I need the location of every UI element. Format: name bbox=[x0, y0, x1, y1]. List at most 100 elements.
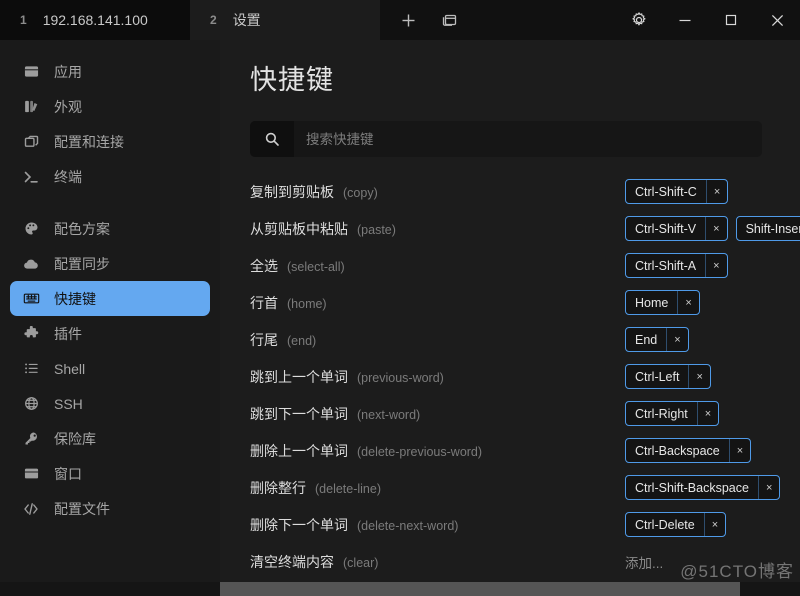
sidebar-item-label: 配置同步 bbox=[54, 255, 110, 272]
title-tab-bar: 1 192.168.141.100 2 设置 bbox=[0, 0, 800, 40]
key-chip[interactable]: Ctrl-Shift-Backspace × bbox=[625, 475, 781, 500]
minimize-icon[interactable] bbox=[662, 0, 708, 40]
horizontal-scrollbar[interactable] bbox=[0, 582, 800, 596]
sidebar-item-profiles-connections[interactable]: 配置和连接 bbox=[10, 124, 210, 159]
app-window: 1 192.168.141.100 2 设置 应用 外观 配置和连接 终端 配色… bbox=[0, 0, 800, 596]
shortcut-label: 跳到下一个单词 (next-word) bbox=[250, 404, 420, 424]
shortcut-row: 删除上一个单词 (delete-previous-word) Ctrl-Back… bbox=[250, 432, 800, 469]
shortcut-label: 从剪贴板中粘贴 (paste) bbox=[250, 219, 396, 239]
key-chip-label: Ctrl-Shift-A bbox=[635, 258, 697, 273]
key-chip[interactable]: Ctrl-Right × bbox=[625, 401, 720, 426]
key-chip-label: Ctrl-Right bbox=[635, 406, 688, 421]
shortcut-keys: Home × bbox=[625, 290, 700, 315]
key-chip-label: Ctrl-Shift-Backspace bbox=[635, 480, 749, 495]
shortcut-label: 跳到上一个单词 (previous-word) bbox=[250, 367, 444, 387]
remove-key-icon[interactable]: × bbox=[705, 217, 726, 240]
appearance-icon bbox=[22, 98, 40, 116]
maximize-icon[interactable] bbox=[708, 0, 754, 40]
tab-label: 192.168.141.100 bbox=[42, 12, 148, 28]
key-chip[interactable]: Ctrl-Shift-C × bbox=[625, 179, 729, 204]
close-icon[interactable] bbox=[754, 0, 800, 40]
shortcut-name-cn: 行首 bbox=[250, 294, 278, 311]
sidebar-item-config-file[interactable]: 配置文件 bbox=[10, 491, 210, 526]
remove-key-icon[interactable]: × bbox=[757, 476, 779, 499]
remove-key-icon[interactable]: × bbox=[705, 180, 727, 203]
sidebar-item-window[interactable]: 窗口 bbox=[10, 456, 210, 491]
split-pane-icon[interactable] bbox=[432, 3, 468, 37]
window-icon bbox=[22, 465, 40, 483]
sidebar-item-plugins[interactable]: 插件 bbox=[10, 316, 210, 351]
terminal-prompt-icon bbox=[22, 168, 40, 186]
remove-key-icon[interactable]: × bbox=[677, 291, 698, 314]
settings-main-panel: 快捷键 复制到剪贴板 (copy) Ctrl-Shift-C × bbox=[220, 40, 800, 596]
tab-number: 2 bbox=[210, 13, 217, 27]
shortcut-name-en: (delete-line) bbox=[315, 481, 382, 496]
sidebar-item-ssh[interactable]: SSH bbox=[10, 386, 210, 421]
search-bar[interactable] bbox=[250, 121, 762, 157]
shortcut-name-en: (select-all) bbox=[287, 259, 345, 274]
key-chip[interactable]: Home × bbox=[625, 290, 700, 315]
gear-icon[interactable] bbox=[616, 0, 662, 40]
sidebar-item-label: 配置文件 bbox=[54, 500, 110, 517]
shortcut-row: 从剪贴板中粘贴 (paste) Ctrl-Shift-V × Shift-Ins… bbox=[250, 210, 800, 247]
sidebar-item-color-scheme[interactable]: 配色方案 bbox=[10, 211, 210, 246]
sidebar-item-label: 插件 bbox=[54, 325, 82, 342]
add-shortcut-button[interactable]: 添加... bbox=[625, 552, 663, 572]
shortcut-label: 删除上一个单词 (delete-previous-word) bbox=[250, 441, 482, 461]
remove-key-icon[interactable]: × bbox=[703, 513, 725, 536]
sidebar-item-label: 快捷键 bbox=[54, 290, 96, 307]
sidebar-item-label: 终端 bbox=[54, 168, 82, 185]
sidebar-item-config-sync[interactable]: 配置同步 bbox=[10, 246, 210, 281]
titlebar-spacer bbox=[468, 0, 616, 40]
shortcut-name-cn: 清空终端内容 bbox=[250, 553, 334, 570]
shortcut-keys: 添加... bbox=[625, 552, 663, 572]
shortcut-name-cn: 删除下一个单词 bbox=[250, 516, 348, 533]
shortcut-row: 删除整行 (delete-line) Ctrl-Shift-Backspace … bbox=[250, 469, 800, 506]
shortcut-name-en: (delete-previous-word) bbox=[357, 444, 483, 459]
cloud-sync-icon bbox=[22, 255, 40, 273]
key-chip-label: Shift-Insert bbox=[745, 221, 800, 236]
shortcut-name-en: (delete-next-word) bbox=[357, 518, 459, 533]
shortcut-name-cn: 删除整行 bbox=[250, 479, 306, 496]
key-chip-label: Home bbox=[635, 295, 669, 310]
key-chip[interactable]: Ctrl-Left × bbox=[625, 364, 711, 389]
shortcut-keys: Ctrl-Left × bbox=[625, 364, 711, 389]
remove-key-icon[interactable]: × bbox=[696, 402, 718, 425]
plugin-puzzle-icon bbox=[22, 325, 40, 343]
remove-key-icon[interactable]: × bbox=[688, 365, 709, 388]
sidebar-item-label: SSH bbox=[54, 395, 83, 412]
tabbar-actions bbox=[380, 0, 468, 40]
key-chip[interactable]: Ctrl-Backspace × bbox=[625, 438, 752, 463]
scrollbar-thumb[interactable] bbox=[220, 582, 740, 596]
sidebar-item-app[interactable]: 应用 bbox=[10, 54, 210, 89]
code-brackets-icon bbox=[22, 500, 40, 518]
key-chip[interactable]: Ctrl-Delete × bbox=[625, 512, 727, 537]
sidebar-item-shortcuts[interactable]: 快捷键 bbox=[10, 281, 210, 316]
tab-settings-2[interactable]: 2 设置 bbox=[190, 0, 380, 40]
key-chip[interactable]: Shift-Insert × bbox=[735, 216, 800, 241]
sidebar-item-vault[interactable]: 保险库 bbox=[10, 421, 210, 456]
keyboard-icon bbox=[22, 290, 40, 308]
shortcut-keys: Ctrl-Right × bbox=[625, 401, 720, 426]
remove-key-icon[interactable]: × bbox=[728, 439, 750, 462]
profiles-connections-icon bbox=[22, 133, 40, 151]
remove-key-icon[interactable]: × bbox=[705, 254, 726, 277]
key-chip-label: End bbox=[635, 332, 658, 347]
sidebar-item-appearance[interactable]: 外观 bbox=[10, 89, 210, 124]
key-chip-label: Ctrl-Shift-C bbox=[635, 184, 697, 199]
shortcut-row: 全选 (select-all) Ctrl-Shift-A × bbox=[250, 247, 800, 284]
search-input[interactable] bbox=[294, 121, 762, 157]
shortcut-name-cn: 删除上一个单词 bbox=[250, 442, 348, 459]
tab-terminal-1[interactable]: 1 192.168.141.100 bbox=[0, 0, 190, 40]
sidebar-item-terminal[interactable]: 终端 bbox=[10, 159, 210, 194]
sidebar-item-shell[interactable]: Shell bbox=[10, 351, 210, 386]
tab-label: 设置 bbox=[232, 12, 261, 28]
key-chip[interactable]: Ctrl-Shift-A × bbox=[625, 253, 728, 278]
key-chip[interactable]: Ctrl-Shift-V × bbox=[625, 216, 728, 241]
new-tab-button[interactable] bbox=[390, 3, 426, 37]
remove-key-icon[interactable]: × bbox=[666, 328, 687, 351]
shortcut-name-cn: 从剪贴板中粘贴 bbox=[250, 220, 348, 237]
settings-sidebar: 应用 外观 配置和连接 终端 配色方案 配置同步 快捷键 插件 Shell SS… bbox=[0, 40, 220, 596]
sidebar-item-label: 配置和连接 bbox=[54, 133, 124, 150]
key-chip[interactable]: End × bbox=[625, 327, 689, 352]
